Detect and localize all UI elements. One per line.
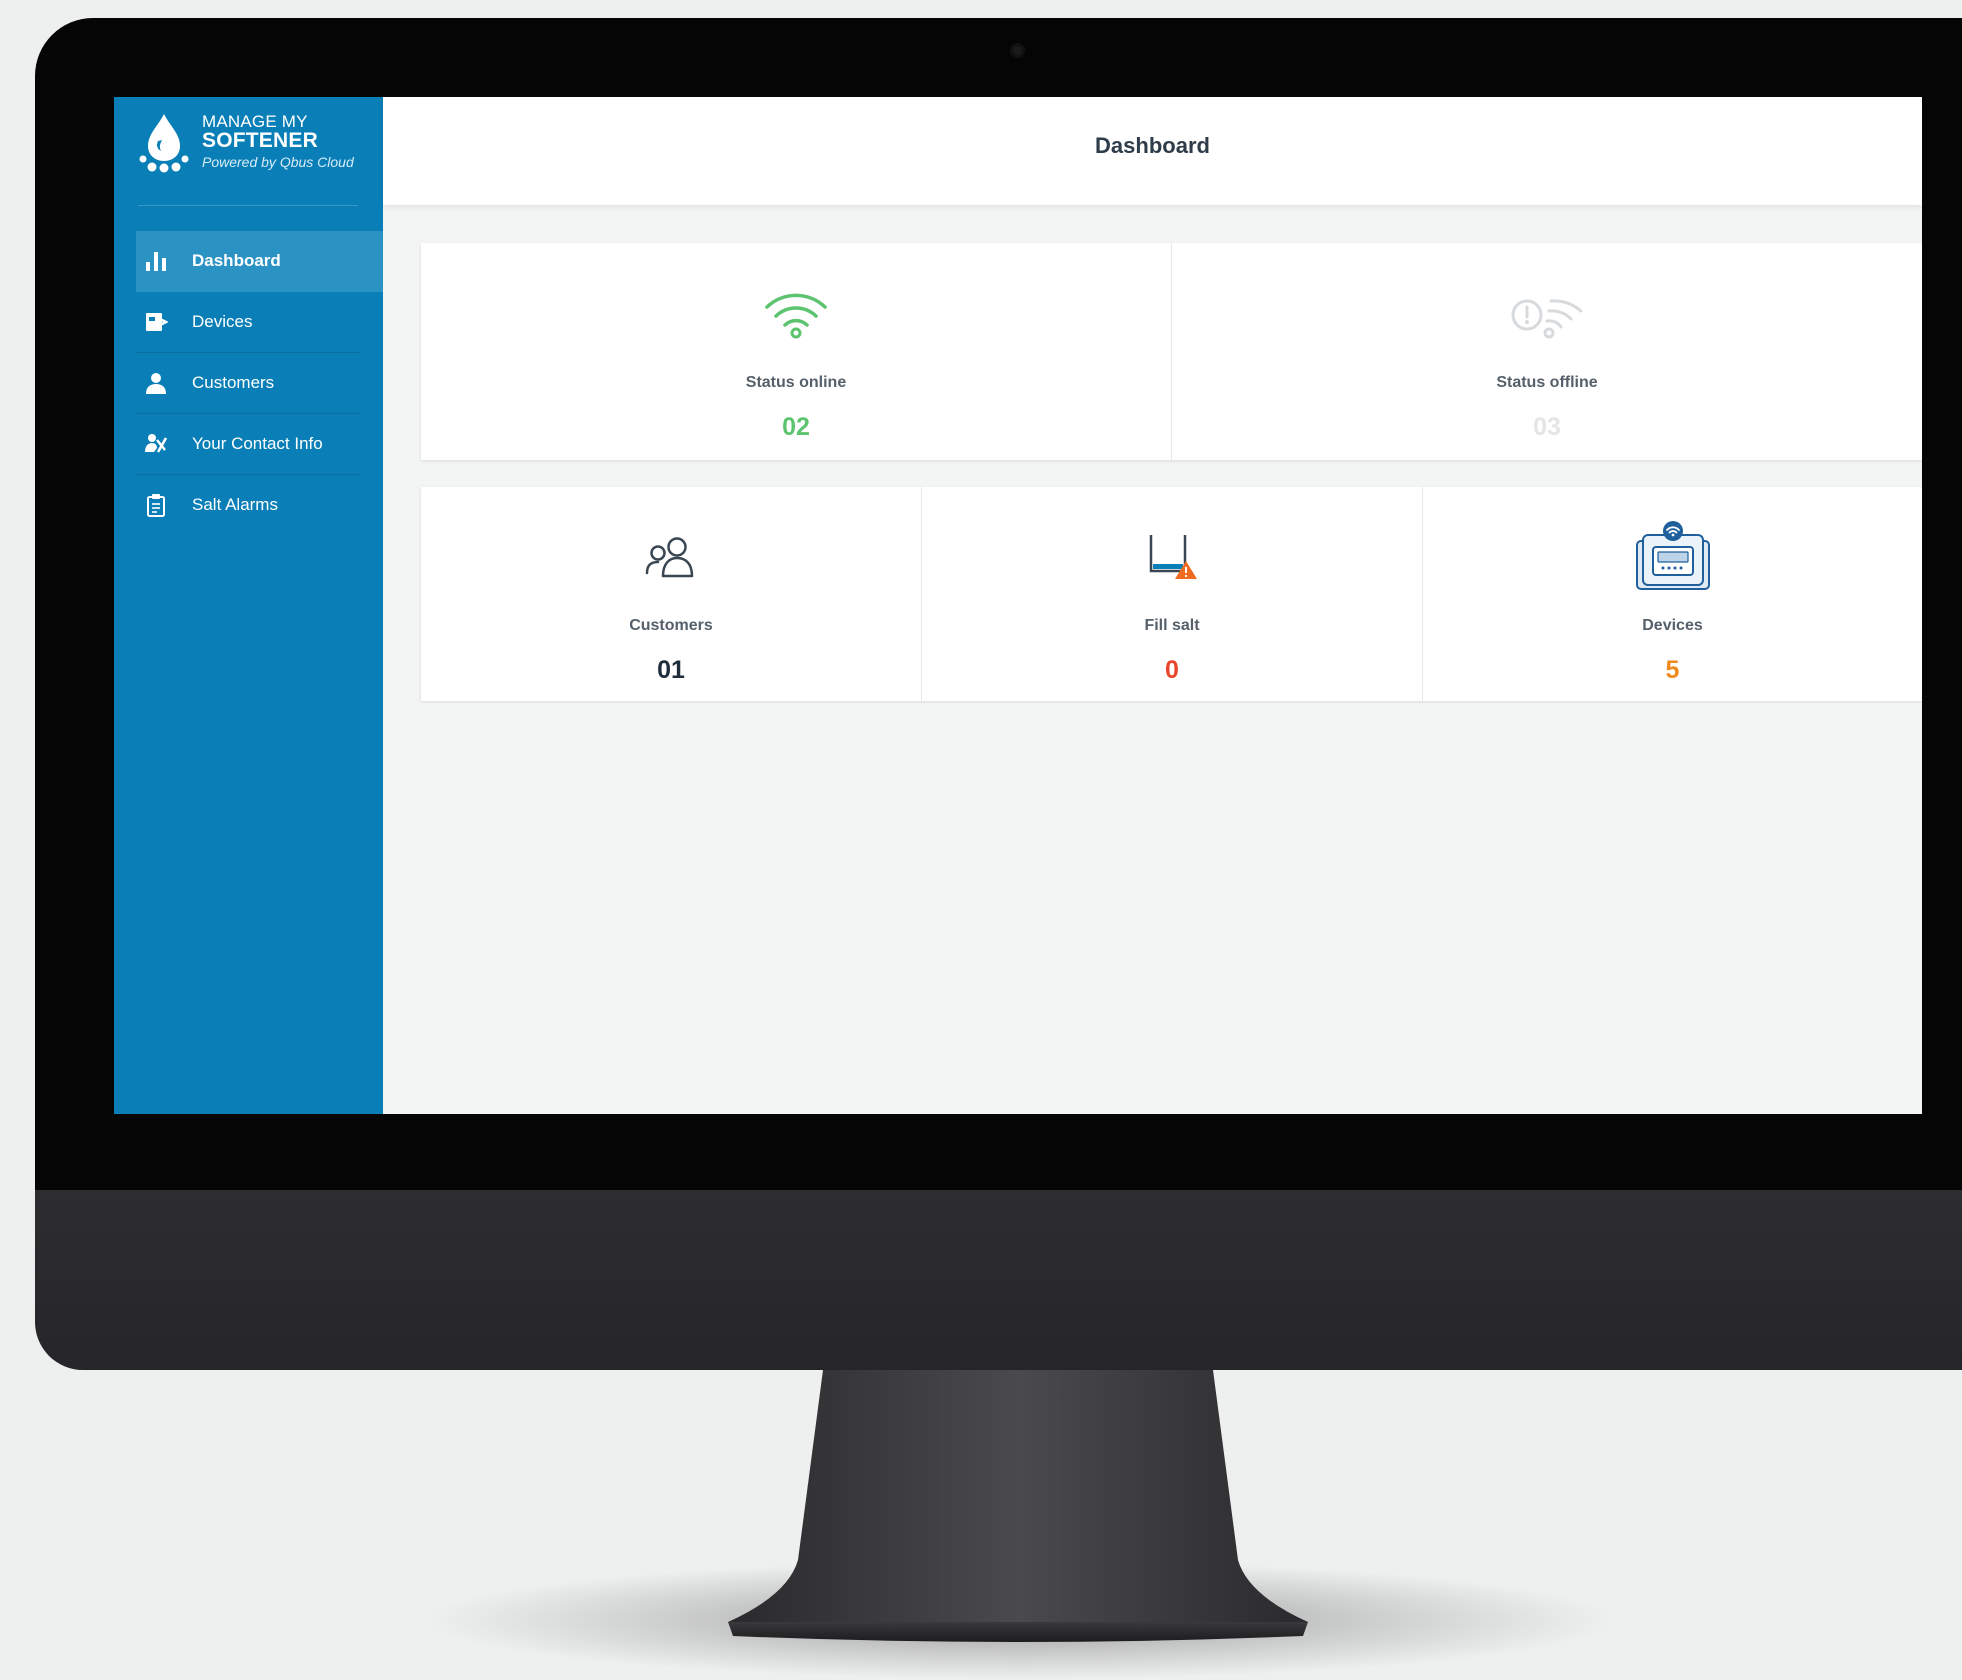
brand-logo[interactable]: MANAGE MY SOFTENER Powered by Qbus Cloud [138, 112, 368, 178]
status-online-value: 02 [782, 413, 810, 441]
sidebar-item-label: Devices [192, 312, 253, 331]
sidebar-item-salt-alarms[interactable]: Salt Alarms [136, 475, 383, 536]
status-online-label: Status online [745, 374, 847, 391]
status-offline-value: 03 [1533, 413, 1561, 441]
fill-salt-card[interactable]: Fill salt 0 [922, 487, 1422, 701]
status-offline-label: Status offline [1496, 374, 1598, 391]
customers-card[interactable]: Customers 01 [421, 487, 921, 701]
page-title: Dashboard [1095, 133, 1210, 158]
device-icon [146, 313, 168, 331]
contact-tools-icon [145, 434, 168, 453]
status-card-row: Status online 02 Status offline 03 [421, 243, 1922, 460]
users-icon [645, 537, 694, 578]
monitor-stand [728, 1370, 1308, 1642]
sidebar-item-label: Customers [192, 373, 275, 392]
sidebar-item-dashboard[interactable]: Dashboard [136, 231, 383, 292]
user-icon [146, 373, 166, 394]
devices-label: Devices [1642, 617, 1703, 634]
fill-salt-label: Fill salt [1144, 617, 1200, 634]
customers-label: Customers [629, 617, 713, 634]
sidebar-item-customers[interactable]: Customers [136, 353, 383, 414]
app-screen: MANAGE MY SOFTENER Powered by Qbus Cloud… [114, 97, 1922, 1114]
bar-chart-icon [146, 252, 166, 271]
status-online-card[interactable]: Status online 02 [421, 243, 1171, 460]
camera-icon [1010, 43, 1025, 58]
brand-name-line2: SOFTENER [202, 129, 318, 152]
sidebar-nav: Dashboard Devices Customers Your Contact… [136, 231, 383, 536]
status-offline-card[interactable]: Status offline 03 [1172, 243, 1922, 460]
wifi-off-alert-icon [1511, 299, 1583, 339]
sidebar-item-label: Salt Alarms [192, 495, 278, 514]
top-bar: Dashboard [383, 97, 1922, 205]
softener-device-icon [1635, 521, 1710, 590]
sidebar: MANAGE MY SOFTENER Powered by Qbus Cloud… [114, 97, 383, 1114]
sidebar-item-contact-info[interactable]: Your Contact Info [136, 414, 383, 475]
brand-tagline: Powered by Qbus Cloud [202, 154, 354, 170]
sidebar-item-devices[interactable]: Devices [136, 292, 383, 353]
wifi-icon [765, 293, 827, 339]
monitor-chin [35, 1190, 1962, 1370]
brand-divider [138, 205, 358, 206]
devices-card[interactable]: Devices 5 [1423, 487, 1922, 701]
clipboard-icon [147, 494, 165, 517]
fill-salt-value: 0 [1165, 656, 1179, 684]
sidebar-item-label: Dashboard [192, 251, 281, 270]
water-drop-logo-icon [139, 114, 189, 173]
customers-value: 01 [657, 656, 685, 684]
salt-tank-warning-icon [1149, 535, 1197, 579]
sidebar-item-label: Your Contact Info [192, 434, 323, 453]
summary-card-row: Customers 01 Fill salt 0 Devices 5 [421, 487, 1922, 701]
devices-value: 5 [1665, 656, 1680, 684]
